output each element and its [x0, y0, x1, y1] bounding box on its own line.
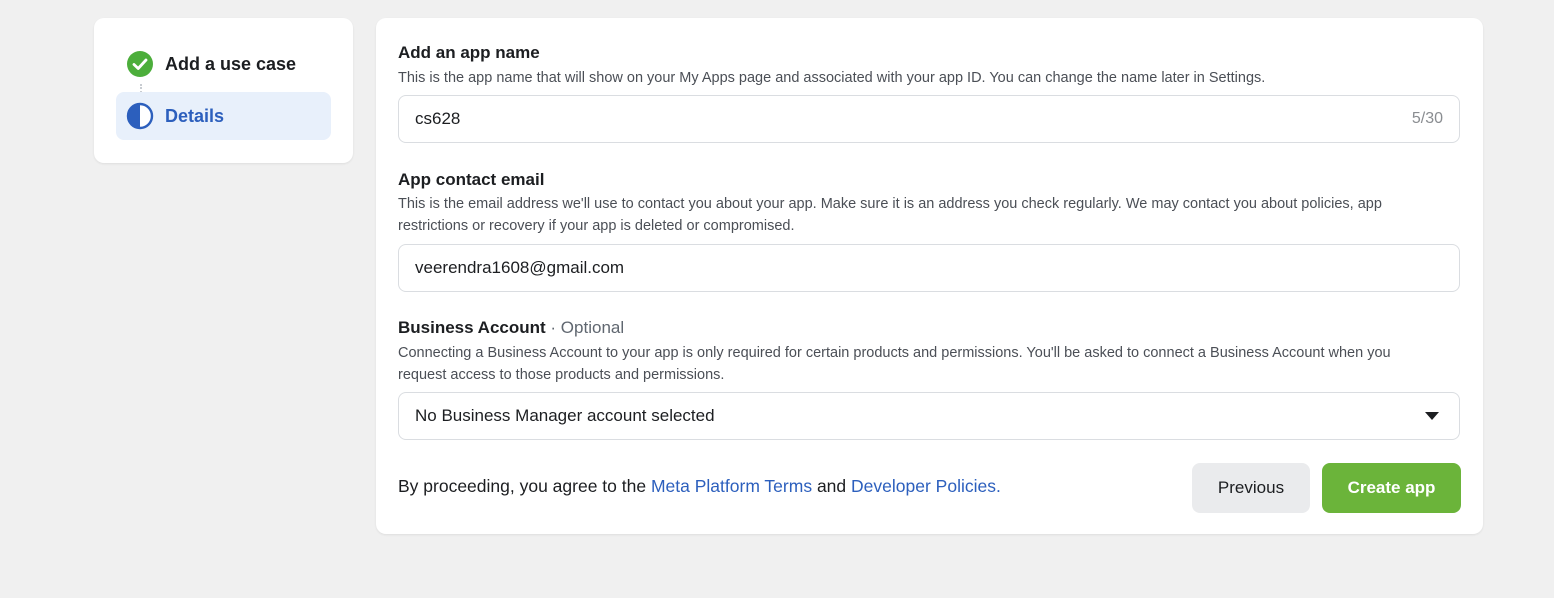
- business-account-title: Business Account: [398, 318, 546, 337]
- app-name-input[interactable]: cs628 5/30: [398, 95, 1460, 143]
- create-app-button[interactable]: Create app: [1322, 463, 1461, 513]
- contact-email-label: App contact email: [398, 170, 545, 189]
- contact-email-input[interactable]: veerendra1608@gmail.com: [398, 244, 1460, 292]
- terms-notice: By proceeding, you agree to the Meta Pla…: [398, 476, 1001, 497]
- step-details[interactable]: Details: [116, 92, 331, 140]
- platform-terms-link[interactable]: Meta Platform Terms: [651, 476, 812, 496]
- step-label: Details: [165, 105, 225, 126]
- caret-down-icon: [1425, 412, 1439, 420]
- char-counter: 5/30: [1411, 110, 1443, 127]
- app-name-label: Add an app name: [398, 43, 540, 62]
- app-name-help: This is the app name that will show on y…: [398, 70, 1266, 86]
- previous-button[interactable]: Previous: [1192, 463, 1310, 513]
- contact-email-help: This is the email address we'll use to c…: [398, 196, 1382, 234]
- step-label: Add a use case: [165, 53, 297, 74]
- terms-prefix: By proceeding, you agree to the: [398, 476, 647, 496]
- business-account-selected: No Business Manager account selected: [415, 406, 715, 425]
- app-name-value: cs628: [415, 109, 461, 128]
- step-add-use-case[interactable]: Add a use case: [116, 40, 331, 88]
- half-circle-progress-icon: [126, 102, 154, 130]
- optional-tag: · Optional: [550, 318, 625, 337]
- terms-and: and: [816, 476, 847, 496]
- developer-policies-link[interactable]: Developer Policies.: [851, 476, 1001, 496]
- check-circle-icon: [126, 50, 154, 78]
- business-account-select[interactable]: No Business Manager account selected: [398, 392, 1460, 440]
- steps-panel: Add a use case Details: [94, 18, 353, 163]
- business-account-help: Connecting a Business Account to your ap…: [398, 345, 1391, 383]
- contact-email-value: veerendra1608@gmail.com: [415, 258, 625, 277]
- business-account-label: Business Account · Optional: [398, 318, 624, 338]
- app-details-form: Add an app name This is the app name tha…: [376, 18, 1483, 534]
